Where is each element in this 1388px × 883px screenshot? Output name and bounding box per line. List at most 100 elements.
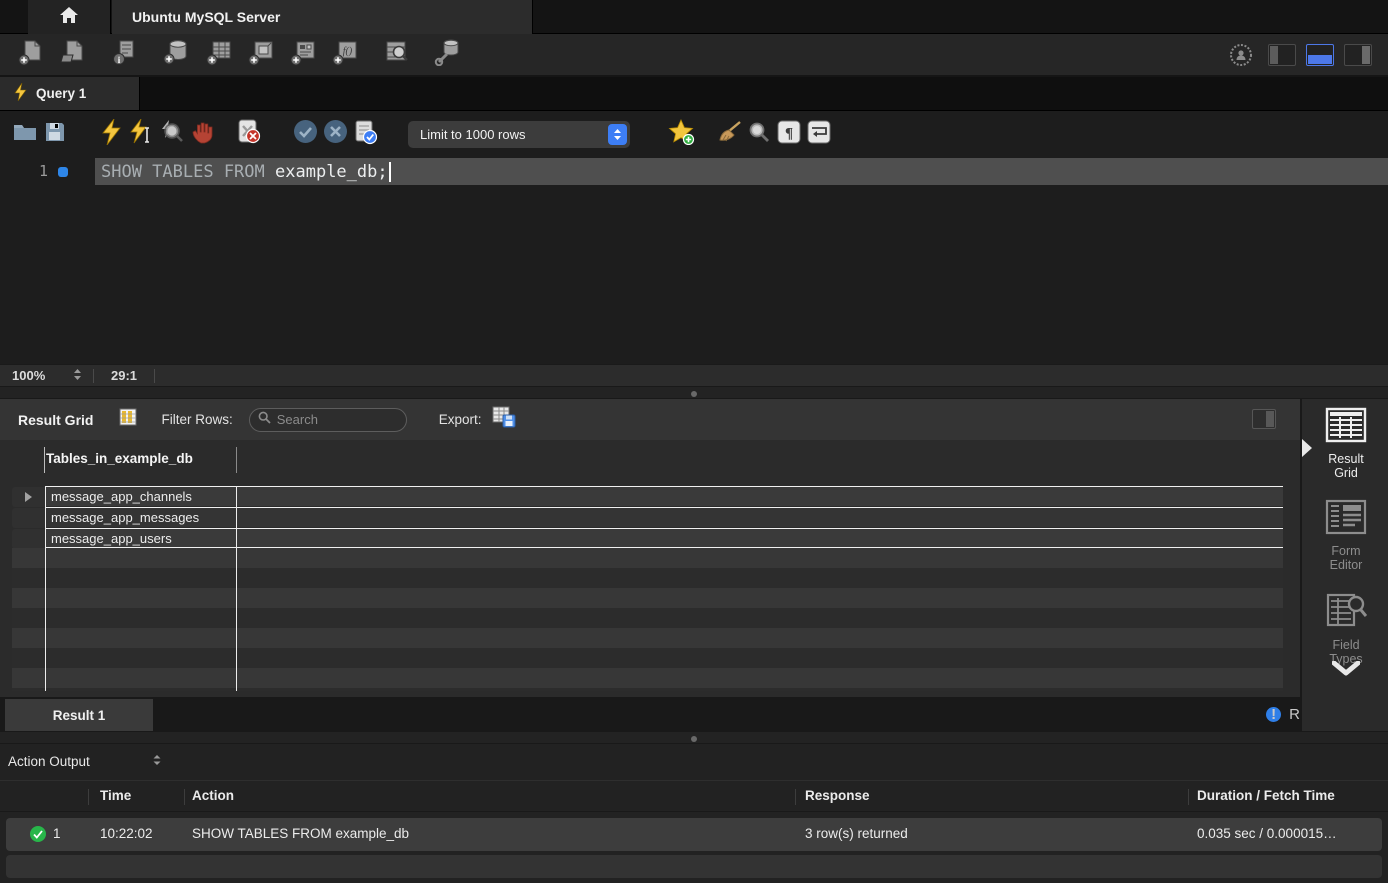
table-row[interactable]: message_app_users: [46, 528, 1283, 548]
panel-item-form-editor[interactable]: Form Editor: [1302, 499, 1388, 573]
beautify-query-button[interactable]: [714, 118, 744, 150]
panel-item-result-grid[interactable]: Result Grid: [1302, 407, 1388, 481]
text-caret: [389, 162, 391, 182]
empty-grid-rows: [12, 548, 1283, 691]
row-duration: 0.035 sec / 0.000015…: [1197, 826, 1337, 841]
column-header-action[interactable]: Action: [192, 788, 234, 803]
limit-rows-value: Limit to 1000 rows: [420, 127, 608, 142]
main-toolbar: i f(): [0, 34, 1388, 77]
create-procedure-button[interactable]: [286, 38, 320, 72]
execute-current-bolt-icon: [130, 119, 152, 150]
panel-item-field-types[interactable]: Field Types: [1302, 591, 1388, 667]
toggle-autocommit-button[interactable]: [350, 118, 380, 150]
row-response: 3 row(s) returned: [805, 826, 908, 841]
toggle-word-wrap-button[interactable]: [804, 118, 834, 150]
table-row[interactable]: message_app_messages: [46, 507, 1283, 527]
column-header[interactable]: Tables_in_example_db: [46, 451, 193, 466]
beta-badge-icon: [1224, 38, 1258, 72]
reconnect-dbms-button[interactable]: [432, 38, 466, 72]
save-icon: [45, 122, 65, 147]
result-grid-icon: [1325, 407, 1367, 448]
cell-value: message_app_channels: [46, 489, 192, 504]
output-selector-stepper-icon[interactable]: [152, 753, 162, 769]
row-selector[interactable]: [12, 508, 45, 528]
folder-icon: [13, 122, 37, 146]
editor-line-1: 1 SHOW TABLES FROM example_db;: [0, 158, 1388, 185]
zoom-stepper-icon[interactable]: [72, 367, 83, 385]
tab-result-1[interactable]: Result 1: [5, 699, 153, 731]
rollback-button[interactable]: [320, 118, 350, 150]
toggle-sidebar-right-button[interactable]: [1344, 44, 1372, 66]
export-grid-save-icon[interactable]: [492, 406, 516, 433]
create-schema-button[interactable]: [160, 38, 194, 72]
toggle-grid-panel-button[interactable]: [1252, 409, 1276, 429]
function-plus-icon: f(): [331, 39, 359, 71]
filter-search-box[interactable]: [249, 408, 407, 432]
row-selector[interactable]: [12, 529, 45, 549]
result-grid-title: Result Grid: [18, 412, 93, 428]
connection-tab[interactable]: Ubuntu MySQL Server: [112, 0, 533, 34]
stop-on-error-icon: [237, 119, 261, 150]
execute-query-button[interactable]: [96, 118, 126, 150]
grid-vertical-line[interactable]: [236, 486, 237, 691]
cell-value: message_app_users: [46, 531, 172, 546]
save-snippet-button[interactable]: [666, 118, 696, 150]
search-input[interactable]: [277, 412, 395, 427]
editor-results-splitter[interactable]: [0, 386, 1388, 399]
action-output-row[interactable]: 1 10:22:02 SHOW TABLES FROM example_db 3…: [6, 818, 1382, 851]
stop-hand-icon: [190, 120, 213, 149]
toggle-sidebar-left-button[interactable]: [1268, 44, 1296, 66]
database-wrench-icon: [434, 38, 464, 71]
action-output-header-row: Time Action Response Duration / Fetch Ti…: [0, 780, 1388, 812]
caret-position: 29:1: [104, 368, 144, 383]
table-row[interactable]: message_app_channels: [46, 486, 1283, 506]
line-number: 1: [24, 162, 48, 180]
toggle-invisible-chars-button[interactable]: ¶: [774, 118, 804, 150]
star-plus-icon: [668, 119, 695, 150]
limit-rows-dropdown[interactable]: Limit to 1000 rows: [408, 121, 630, 148]
results-output-splitter[interactable]: [0, 731, 1388, 744]
inspector-button[interactable]: i: [108, 38, 142, 72]
inspector-document-icon: i: [111, 39, 139, 71]
search-table-data-button[interactable]: [380, 38, 414, 72]
open-script-button[interactable]: [10, 118, 40, 150]
svg-text:f(): f(): [343, 46, 353, 57]
row-index: 1: [53, 826, 61, 841]
row-selector[interactable]: [12, 487, 45, 507]
filter-rows-label: Filter Rows:: [161, 412, 232, 427]
rollback-x-icon: [323, 119, 348, 149]
find-icon-button[interactable]: [744, 118, 774, 150]
explain-plan-button[interactable]: [156, 118, 186, 150]
new-query-tab-button[interactable]: [14, 38, 48, 72]
column-header-response[interactable]: Response: [805, 788, 870, 803]
stop-query-button[interactable]: [186, 118, 216, 150]
explain-magnifier-bolt-icon: [159, 119, 183, 149]
column-header-time[interactable]: Time: [100, 788, 131, 803]
toggle-output-area-button[interactable]: [1306, 44, 1334, 66]
statement-marker-icon[interactable]: [58, 167, 68, 177]
create-function-button[interactable]: f(): [328, 38, 362, 72]
info-badge-icon: !: [1266, 707, 1281, 722]
save-script-button[interactable]: [40, 118, 70, 150]
sql-keywords: SHOW TABLES FROM: [101, 162, 265, 182]
wrap-text-icon: [807, 120, 831, 149]
result-grid: Tables_in_example_db message_app_channel…: [0, 440, 1300, 697]
mysql-workbench-window: Ubuntu MySQL Server i: [0, 0, 1388, 883]
chevron-down-icon[interactable]: [1332, 661, 1360, 682]
zoom-level: 100%: [12, 368, 72, 383]
tab-query-1[interactable]: Query 1: [0, 77, 140, 110]
search-icon: [258, 411, 271, 429]
table-plus-icon: [205, 39, 233, 71]
open-document-icon: [59, 39, 87, 71]
commit-button[interactable]: [290, 118, 320, 150]
create-view-button[interactable]: [244, 38, 278, 72]
execute-current-statement-button[interactable]: [126, 118, 156, 150]
open-sql-file-button[interactable]: [56, 38, 90, 72]
bottom-panel-fill: [1308, 55, 1332, 64]
sql-editor[interactable]: 1 SHOW TABLES FROM example_db;: [0, 157, 1388, 364]
toggle-stop-on-error-button[interactable]: [234, 118, 264, 150]
create-table-button[interactable]: [202, 38, 236, 72]
column-header-duration[interactable]: Duration / Fetch Time: [1197, 788, 1335, 803]
home-tab[interactable]: [28, 0, 111, 34]
result-grid-toolbar: Result Grid Filter Rows: Export:: [0, 399, 1300, 440]
